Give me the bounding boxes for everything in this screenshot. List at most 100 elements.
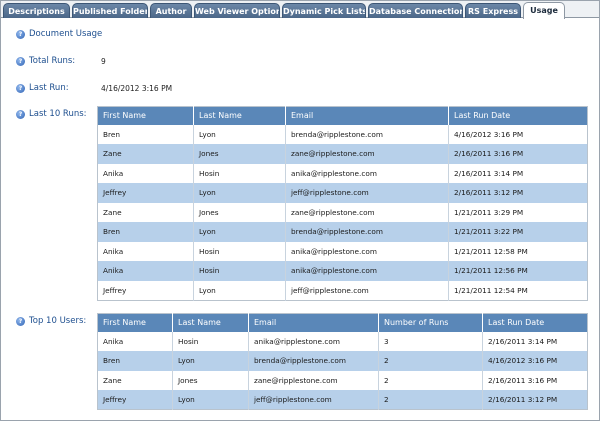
- total-runs-row: ? Total Runs:: [16, 55, 75, 67]
- email-cell: jeff@ripplestone.com: [285, 183, 449, 203]
- last-10-runs-label: Last 10 Runs:: [29, 109, 87, 119]
- table-row[interactable]: Anika Hosin anika@ripplestone.com 1/21/2…: [97, 241, 588, 261]
- column-header[interactable]: Last Name: [193, 106, 286, 125]
- last-run-row: ? Last Run:: [16, 82, 69, 94]
- column-header[interactable]: Last Run Date: [448, 106, 588, 125]
- last-run-date-cell: 1/21/2011 12:56 PM: [448, 261, 588, 281]
- last-name-cell: Lyon: [172, 351, 249, 371]
- first-name-cell: Bren: [97, 222, 194, 242]
- email-cell: anika@ripplestone.com: [285, 261, 449, 281]
- number-of-runs-cell: 2: [378, 370, 483, 390]
- tab-web-viewer-options[interactable]: Web Viewer Options: [194, 3, 280, 18]
- last-run-date-cell: 2/16/2011 3:14 PM: [448, 163, 588, 183]
- first-name-cell: Zane: [97, 370, 173, 390]
- column-header[interactable]: Email: [285, 106, 449, 125]
- last-run-date-cell: 1/21/2011 3:29 PM: [448, 202, 588, 222]
- email-cell: brenda@ripplestone.com: [285, 124, 449, 144]
- table-row[interactable]: Zane Jones zane@ripplestone.com 2/16/201…: [97, 144, 588, 164]
- last-run-date-cell: 4/16/2012 3:16 PM: [482, 351, 588, 371]
- last-run-date-cell: 2/16/2011 3:12 PM: [448, 183, 588, 203]
- first-name-cell: Zane: [97, 202, 194, 222]
- table-header-row: First Name Last Name Email Number of Run…: [97, 313, 588, 332]
- email-cell: jeff@ripplestone.com: [248, 390, 379, 410]
- last-name-cell: Lyon: [193, 183, 286, 203]
- top-10-users-row: ? Top 10 Users:: [16, 315, 86, 327]
- top-10-users-label: Top 10 Users:: [29, 316, 87, 326]
- last-name-cell: Jones: [193, 144, 286, 164]
- last-name-cell: Lyon: [172, 390, 249, 410]
- last-run-value: 4/16/2012 3:16 PM: [101, 84, 173, 93]
- first-name-cell: Anika: [97, 331, 173, 351]
- email-cell: zane@ripplestone.com: [248, 370, 379, 390]
- tab-rs-express[interactable]: RS Express: [465, 3, 521, 18]
- email-cell: zane@ripplestone.com: [285, 202, 449, 222]
- column-header[interactable]: Last Run Date: [482, 313, 588, 332]
- table-row[interactable]: Anika Hosin anika@ripplestone.com 3 2/16…: [97, 331, 588, 351]
- first-name-cell: Bren: [97, 124, 194, 144]
- first-name-cell: Anika: [97, 163, 194, 183]
- first-name-cell: Jeffrey: [97, 183, 194, 203]
- table-row[interactable]: Bren Lyon brenda@ripplestone.com 4/16/20…: [97, 124, 588, 144]
- last-run-date-cell: 1/21/2011 12:54 PM: [448, 280, 588, 300]
- first-name-cell: Bren: [97, 351, 173, 371]
- table-row[interactable]: Anika Hosin anika@ripplestone.com 2/16/2…: [97, 163, 588, 183]
- number-of-runs-cell: 2: [378, 390, 483, 410]
- last-run-date-cell: 2/16/2011 3:12 PM: [482, 390, 588, 410]
- last-name-cell: Jones: [193, 202, 286, 222]
- tab-author[interactable]: Author: [150, 3, 192, 18]
- number-of-runs-cell: 3: [378, 331, 483, 351]
- email-cell: brenda@ripplestone.com: [285, 222, 449, 242]
- total-runs-label: Total Runs:: [29, 56, 76, 66]
- usage-panel: Descriptions Published Folder Author Web…: [0, 0, 600, 421]
- tab-published-folder[interactable]: Published Folder: [72, 3, 148, 18]
- column-header[interactable]: Last Name: [172, 313, 249, 332]
- column-header[interactable]: First Name: [97, 313, 173, 332]
- last-name-cell: Lyon: [193, 222, 286, 242]
- help-icon[interactable]: ?: [16, 316, 25, 326]
- last-name-cell: Hosin: [172, 331, 249, 351]
- tab-usage[interactable]: Usage: [523, 2, 565, 19]
- email-cell: anika@ripplestone.com: [285, 241, 449, 261]
- email-cell: zane@ripplestone.com: [285, 144, 449, 164]
- top-users-table: First Name Last Name Email Number of Run…: [97, 313, 588, 410]
- last-name-cell: Hosin: [193, 261, 286, 281]
- first-name-cell: Jeffrey: [97, 280, 194, 300]
- tab-dynamic-pick-lists[interactable]: Dynamic Pick Lists: [282, 3, 366, 18]
- table-row[interactable]: Jeffrey Lyon jeff@ripplestone.com 1/21/2…: [97, 280, 588, 300]
- first-name-cell: Jeffrey: [97, 390, 173, 410]
- help-icon[interactable]: ?: [16, 29, 25, 39]
- table-row[interactable]: Zane Jones zane@ripplestone.com 2 2/16/2…: [97, 370, 588, 390]
- total-runs-value: 9: [101, 57, 106, 66]
- help-icon[interactable]: ?: [16, 56, 25, 66]
- last-name-cell: Hosin: [193, 163, 286, 183]
- table-row[interactable]: Bren Lyon brenda@ripplestone.com 2 4/16/…: [97, 351, 588, 371]
- tab-descriptions[interactable]: Descriptions: [3, 3, 70, 18]
- last-run-date-cell: 2/16/2011 3:14 PM: [482, 331, 588, 351]
- email-cell: anika@ripplestone.com: [248, 331, 379, 351]
- last-run-date-cell: 2/16/2011 3:16 PM: [482, 370, 588, 390]
- help-icon[interactable]: ?: [16, 83, 25, 93]
- last-name-cell: Jones: [172, 370, 249, 390]
- last-run-date-cell: 1/21/2011 12:58 PM: [448, 241, 588, 261]
- first-name-cell: Anika: [97, 241, 194, 261]
- last-run-label: Last Run:: [29, 83, 69, 93]
- column-header[interactable]: Number of Runs: [378, 313, 483, 332]
- last-run-date-cell: 1/21/2011 3:22 PM: [448, 222, 588, 242]
- document-usage-title: Document Usage: [29, 29, 103, 39]
- help-icon[interactable]: ?: [16, 109, 25, 119]
- email-cell: brenda@ripplestone.com: [248, 351, 379, 371]
- last-run-date-cell: 4/16/2012 3:16 PM: [448, 124, 588, 144]
- table-row[interactable]: Jeffrey Lyon jeff@ripplestone.com 2 2/16…: [97, 390, 588, 410]
- last-name-cell: Hosin: [193, 241, 286, 261]
- table-header-row: First Name Last Name Email Last Run Date: [97, 106, 588, 125]
- first-name-cell: Zane: [97, 144, 194, 164]
- first-name-cell: Anika: [97, 261, 194, 281]
- last-name-cell: Lyon: [193, 280, 286, 300]
- tab-database-connection[interactable]: Database Connection: [368, 3, 463, 18]
- table-row[interactable]: Anika Hosin anika@ripplestone.com 1/21/2…: [97, 261, 588, 281]
- column-header[interactable]: Email: [248, 313, 379, 332]
- table-row[interactable]: Zane Jones zane@ripplestone.com 1/21/201…: [97, 202, 588, 222]
- column-header[interactable]: First Name: [97, 106, 194, 125]
- table-row[interactable]: Bren Lyon brenda@ripplestone.com 1/21/20…: [97, 222, 588, 242]
- table-row[interactable]: Jeffrey Lyon jeff@ripplestone.com 2/16/2…: [97, 183, 588, 203]
